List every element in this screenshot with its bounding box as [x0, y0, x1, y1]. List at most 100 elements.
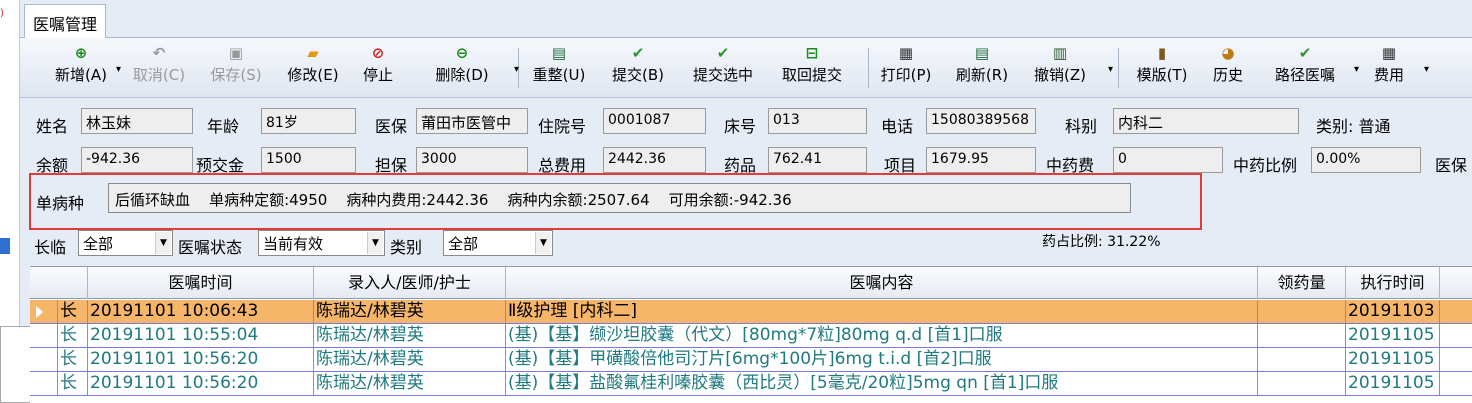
name-field[interactable]: 林玉妹: [81, 108, 193, 134]
toolbar-button-label: 刷新(R): [955, 66, 1009, 84]
deposit-field[interactable]: 1500: [261, 147, 356, 173]
tab-order-management[interactable]: 医嘱管理: [24, 4, 107, 38]
toolbar-button-9[interactable]: ⊟ 取回提交: [776, 42, 848, 96]
toolbar-button-12[interactable]: ▥ 撤销(Z): [1028, 42, 1092, 96]
drug-ratio-text: 药占比例: 31.22%: [1042, 234, 1161, 250]
tcm-fee-field[interactable]: 0: [1113, 147, 1223, 173]
tab-strip: [20, 0, 1472, 38]
toolbar-button-label: 历史: [1212, 66, 1243, 84]
toolbar-button-16[interactable]: ▦ 费用: [1366, 42, 1412, 96]
dropdown-arrow-icon[interactable]: ▾: [1108, 64, 1113, 75]
toolbar-button-label: 取消(C): [132, 66, 186, 84]
toolbar-button-7[interactable]: ✔ 提交(B): [606, 42, 670, 96]
eraser-icon: ▰: [307, 44, 319, 62]
age-field[interactable]: 81岁: [261, 108, 356, 134]
toolbar-button-6[interactable]: ▤ 重整(U): [527, 42, 591, 96]
undo-icon: ↶: [152, 44, 166, 62]
category-text: 类别: 普通: [1316, 117, 1391, 136]
toolbar-button-label: 提交(B): [612, 66, 664, 84]
toolbar-button-13[interactable]: ▮ 模版(T): [1130, 42, 1194, 96]
delete-icon: ⊖: [455, 44, 469, 62]
long-temp-label: 长临: [34, 238, 67, 257]
row-indicator[interactable]: [30, 348, 58, 371]
toolbar-button-11[interactable]: ▤ 刷新(R): [950, 42, 1014, 96]
chevron-down-icon[interactable]: ▼: [155, 232, 171, 254]
table-row[interactable]: 长 20191101 10:56:20 陈瑞达/林碧英 (基)【基】盐酸氟桂利嗪胶囊（…: [30, 372, 1472, 396]
table-row[interactable]: 长 20191101 10:06:43 陈瑞达/林碧英 Ⅱ级护理 [内科二] 20191…: [30, 300, 1472, 324]
item-field[interactable]: 1679.95: [926, 147, 1036, 173]
dropdown-arrow-icon[interactable]: ▾: [116, 64, 121, 75]
table-row[interactable]: 长 20191101 10:55:04 陈瑞达/林碧英 (基)【基】缬沙坦胶囊（代文）…: [30, 324, 1472, 348]
toolbar-button-3[interactable]: ▰ 修改(E): [282, 42, 344, 96]
category-value: 全部: [448, 235, 479, 253]
chevron-down-icon[interactable]: ▼: [535, 232, 551, 254]
toolbar-button-label: 新增(A): [55, 66, 107, 84]
save-icon: ▣: [228, 44, 244, 62]
template-book-icon: ▮: [1157, 44, 1167, 62]
refresh-icon: ▤: [974, 44, 990, 62]
toolbar-button-1[interactable]: ↶ 取消(C): [127, 42, 191, 96]
toolbar-button-8[interactable]: ✔ 提交选中: [685, 42, 761, 96]
row-indicator[interactable]: [30, 324, 58, 347]
toolbar-button-10[interactable]: ▦ 打印(P): [875, 42, 937, 96]
header-exec-time[interactable]: 执行时间: [1346, 267, 1440, 299]
status-value: 当前有效: [263, 235, 324, 253]
header-qty[interactable]: 领药量: [1258, 267, 1346, 299]
row-indicator[interactable]: [30, 372, 58, 395]
dept-field[interactable]: 内科二: [1113, 108, 1299, 134]
phone-field[interactable]: 15080389568: [926, 108, 1036, 134]
toolbar-button-14[interactable]: ◕ 历史: [1208, 42, 1248, 96]
header-person[interactable]: 录入人/医师/护士: [314, 267, 506, 299]
cell-person: 陈瑞达/林碧英: [314, 324, 506, 347]
cell-person: 陈瑞达/林碧英: [314, 300, 506, 323]
toolbar-button-label: 删除(D): [435, 66, 489, 84]
toolbar-button-0[interactable]: ⊕ 新增(A): [50, 42, 112, 96]
toolbar-button-label: 费用: [1373, 66, 1404, 84]
admission-no-field[interactable]: 0001087: [603, 108, 706, 134]
insurance-field[interactable]: 莆田市医管中: [416, 108, 528, 134]
bed-field[interactable]: 013: [768, 108, 867, 134]
cell-exec: 20191105: [1346, 348, 1440, 371]
document-refresh-icon: ▤: [551, 44, 567, 62]
header-order-time[interactable]: 医嘱时间: [88, 267, 314, 299]
dropdown-arrow-icon[interactable]: ▾: [514, 64, 519, 75]
bed-label: 床号: [724, 117, 757, 136]
toolbar-button-15[interactable]: ✔ 路径医嘱: [1262, 42, 1348, 96]
toolbar-button-label: 修改(E): [287, 66, 339, 84]
long-temp-select[interactable]: 全部 ▼: [78, 230, 173, 256]
guarantee-field[interactable]: 3000: [416, 147, 528, 173]
cell-time: 20191101 10:56:20: [88, 348, 314, 371]
tcm-ratio-label: 中药比例: [1233, 156, 1298, 175]
add-icon: ⊕: [74, 44, 88, 62]
drug-field[interactable]: 762.41: [768, 147, 867, 173]
table-row[interactable]: 长 20191101 10:56:20 陈瑞达/林碧英 (基)【基】甲磺酸倍他司汀片[…: [30, 348, 1472, 372]
row-indicator[interactable]: [30, 300, 58, 323]
cell-qty: [1258, 324, 1346, 347]
tcm-ratio-field[interactable]: 0.00%: [1311, 147, 1421, 173]
current-row-arrow-icon: [36, 306, 43, 318]
printer-icon: ▦: [898, 44, 914, 62]
submit-selected-icon: ✔: [716, 44, 730, 62]
total-fee-field[interactable]: 2442.36: [603, 147, 706, 173]
header-content[interactable]: 医嘱内容: [506, 267, 1258, 299]
balance-field[interactable]: -942.36: [81, 147, 193, 173]
cell-type: 长: [58, 372, 88, 395]
single-disease-field[interactable]: 后循环缺血 单病种定额:4950 病种内费用:2442.36 病种内余额:250…: [108, 183, 1131, 213]
grid-header: 医嘱时间 录入人/医师/护士 医嘱内容 领药量 执行时间: [30, 267, 1472, 299]
category-select[interactable]: 全部 ▼: [443, 230, 553, 256]
pathway-check-icon: ✔: [1298, 44, 1312, 62]
trash-icon: ▥: [1052, 44, 1068, 62]
dropdown-arrow-icon[interactable]: ▾: [1424, 64, 1429, 75]
cell-type: 长: [58, 300, 88, 323]
cell-person: 陈瑞达/林碧英: [314, 348, 506, 371]
toolbar-button-5[interactable]: ⊖ 删除(D): [429, 42, 495, 96]
cell-person: 陈瑞达/林碧英: [314, 372, 506, 395]
status-select[interactable]: 当前有效 ▼: [258, 230, 385, 256]
category-filter-label: 类别: [390, 238, 423, 257]
toolbar-button-4[interactable]: ⊘ 停止: [357, 42, 399, 96]
dropdown-arrow-icon[interactable]: ▾: [1354, 64, 1359, 75]
toolbar-button-2[interactable]: ▣ 保存(S): [204, 42, 268, 96]
cell-content: (基)【基】甲磺酸倍他司汀片[6mg*100片]6mg t.i.d [首2]口服: [506, 348, 1258, 371]
retrieve-icon: ⊟: [805, 44, 819, 62]
chevron-down-icon[interactable]: ▼: [367, 232, 383, 254]
